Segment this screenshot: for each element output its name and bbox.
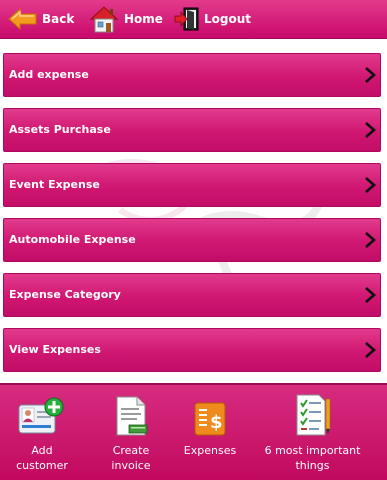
menu-item-expense-category[interactable]: Expense Category xyxy=(3,273,381,317)
create-invoice-label-line2: invoice xyxy=(111,459,151,472)
menu-item-label: Automobile Expense xyxy=(9,233,136,246)
contact-card-plus-icon xyxy=(18,397,64,434)
chevron-right-icon xyxy=(365,232,376,248)
chevron-right-icon xyxy=(365,287,376,303)
menu-item-label: Add expense xyxy=(9,68,89,81)
door-exit-icon xyxy=(174,7,199,31)
chevron-right-icon xyxy=(365,122,376,138)
important-label-line1: 6 most important xyxy=(264,444,361,457)
menu-item-label: Expense Category xyxy=(9,288,121,301)
important-things-button[interactable]: 6 most important things xyxy=(250,385,375,480)
bottom-toolbar: Add customer Create invoice $ Expenses 6… xyxy=(0,383,387,480)
important-label-line2: things xyxy=(295,459,330,472)
home-button[interactable]: Home xyxy=(88,0,163,38)
logout-label: Logout xyxy=(204,12,252,26)
menu-item-label: Event Expense xyxy=(9,178,100,191)
document-icon xyxy=(116,396,148,436)
menu-item-assets-purchase[interactable]: Assets Purchase xyxy=(3,108,381,152)
expenses-button[interactable]: $ Expenses xyxy=(175,385,245,480)
expenses-label: Expenses xyxy=(183,444,237,457)
menu-item-automobile-expense[interactable]: Automobile Expense xyxy=(3,218,381,262)
top-nav-bar: Back Home Logout xyxy=(0,0,387,39)
dollar-document-icon: $ xyxy=(194,402,226,436)
create-invoice-button[interactable]: Create invoice xyxy=(98,385,164,480)
menu-item-event-expense[interactable]: Event Expense xyxy=(3,163,381,207)
menu-item-label: View Expenses xyxy=(9,343,101,356)
back-button[interactable]: Back xyxy=(8,0,74,38)
back-arrow-icon xyxy=(8,8,37,30)
chevron-right-icon xyxy=(365,342,376,358)
home-label: Home xyxy=(124,12,163,26)
chevron-right-icon xyxy=(365,177,376,193)
add-customer-label-line2: customer xyxy=(16,459,68,472)
checklist-icon xyxy=(296,394,330,436)
chevron-right-icon xyxy=(365,67,376,83)
menu-item-view-expenses[interactable]: View Expenses xyxy=(3,328,381,372)
menu-item-add-expense[interactable]: Add expense xyxy=(3,53,381,97)
house-icon xyxy=(89,6,119,33)
add-customer-button[interactable]: Add customer xyxy=(10,385,74,480)
add-customer-label-line1: Add xyxy=(31,444,53,457)
menu-item-label: Assets Purchase xyxy=(9,123,111,136)
create-invoice-label-line1: Create xyxy=(112,444,150,457)
svg-text:$: $ xyxy=(210,412,223,433)
logout-button[interactable]: Logout xyxy=(174,0,251,38)
back-label: Back xyxy=(42,12,75,26)
